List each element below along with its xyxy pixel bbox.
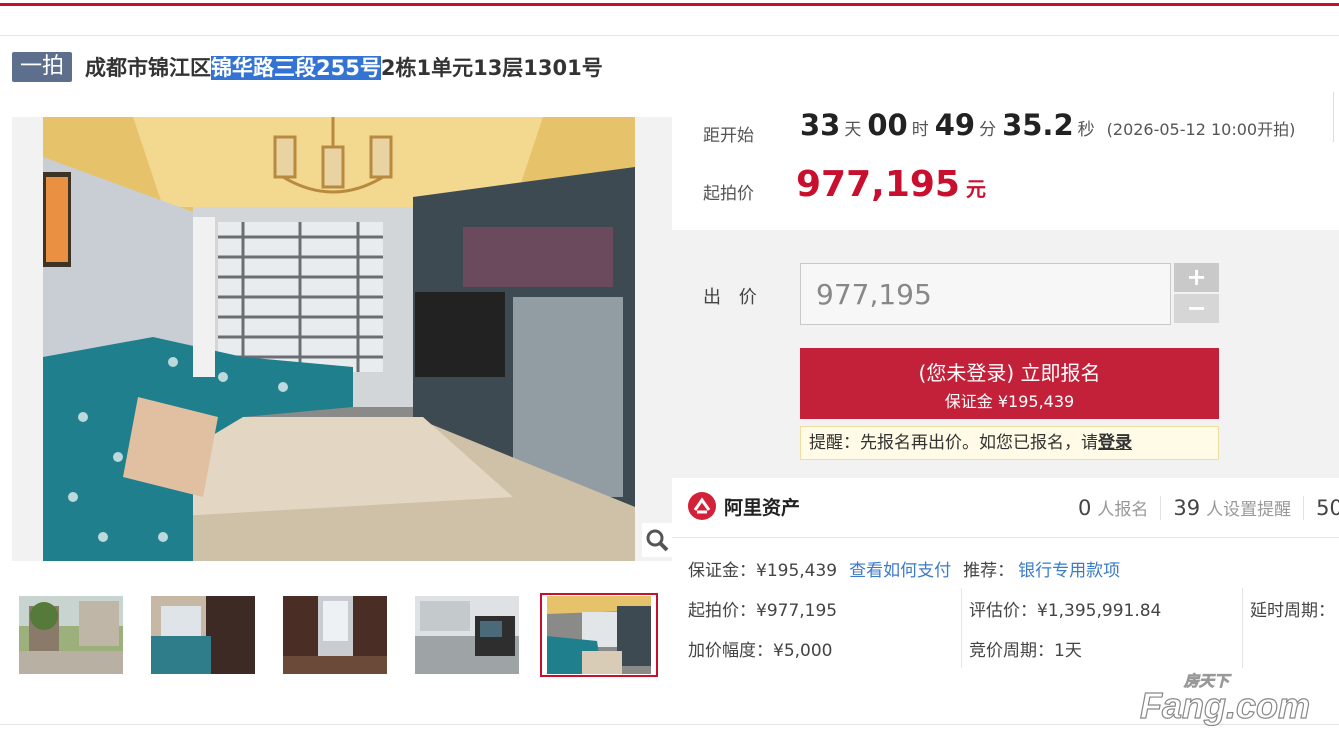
bid-panel: 出 价 + − (您未登录) 立即报名 保证金 ¥195,439 提醒：先报名再…	[672, 230, 1339, 478]
thumbnail-strip	[12, 593, 672, 677]
seconds-unit: 秒	[1077, 120, 1095, 140]
title-highlight: 锦华路三段255号	[211, 56, 381, 80]
login-link[interactable]: 登录	[1098, 433, 1132, 453]
stats-divider	[1160, 495, 1162, 520]
countdown-days: 33	[800, 108, 841, 142]
views-count: 50	[1316, 496, 1339, 520]
header-divider	[0, 35, 1339, 36]
detail-divider	[961, 588, 962, 668]
detail-bidding-period: 竞价周期：1天	[969, 641, 1082, 661]
signup-button[interactable]: (您未登录) 立即报名 保证金 ¥195,439	[800, 348, 1219, 419]
countdown-hours: 00	[867, 108, 908, 142]
bid-label: 出 价	[703, 287, 763, 308]
minutes-unit: 分	[979, 120, 997, 140]
detail-divider	[1242, 588, 1243, 668]
how-to-pay-link[interactable]: 查看如何支付	[849, 561, 951, 581]
increase-bid-button[interactable]: +	[1174, 263, 1219, 292]
decrease-bid-button[interactable]: −	[1174, 294, 1219, 323]
ali-assets-logo[interactable]: 阿里资产	[688, 492, 800, 520]
countdown-minutes: 49	[934, 108, 976, 142]
thumbnail-1[interactable]	[12, 593, 130, 677]
thumbnail-3[interactable]	[276, 593, 394, 677]
bank-account-link[interactable]: 银行专用款项	[1018, 561, 1120, 581]
detail-start-price: 起拍价：¥977,195	[688, 601, 838, 621]
starting-price: 977,195 元	[796, 164, 986, 205]
reminders-label: 人设置提醒	[1206, 500, 1292, 520]
auction-round-tag: 一拍	[12, 52, 73, 82]
detail-extension: 延时周期：	[1250, 601, 1335, 621]
ali-assets-icon	[688, 492, 716, 520]
signup-deposit-label: 保证金 ¥195,439	[944, 392, 1075, 411]
title-row: 一拍 成都市锦江区锦华路三段255号2栋1单元13层1301号	[12, 50, 603, 84]
countdown-seconds: 35.2	[1002, 108, 1074, 142]
detail-appraisal: 评估价：¥1,395,991.84	[969, 601, 1162, 621]
countdown-label: 距开始	[703, 126, 754, 146]
countdown-timer: 33 天 00 时 49 分 35.2 秒 (2026-05-12 10:00开拍)	[800, 108, 1295, 142]
thumbnail-2[interactable]	[144, 593, 262, 677]
title-prefix: 成都市锦江区	[85, 56, 212, 80]
ali-assets-brand: 阿里资产	[724, 496, 801, 519]
top-red-bar	[0, 0, 1339, 6]
starting-price-value: 977,195	[796, 164, 960, 205]
thumbnail-4[interactable]	[408, 593, 526, 677]
signups-label: 人报名	[1097, 500, 1149, 520]
signup-button-label: (您未登录) 立即报名	[918, 361, 1101, 385]
main-photo[interactable]	[43, 117, 635, 561]
deposit-row: 保证金：¥195,439 查看如何支付 推荐： 银行专用款项	[688, 556, 1120, 581]
zoom-icon[interactable]	[642, 523, 672, 557]
stats-divider	[1303, 495, 1305, 520]
auction-stats: 0 人报名 39 人设置提醒 50	[1078, 495, 1339, 520]
start-time: (2026-05-12 10:00开拍)	[1106, 120, 1296, 139]
reminder-text: 提醒：先报名再出价。如您已报名，请	[809, 433, 1098, 453]
deposit-amount: 保证金：¥195,439	[688, 561, 838, 581]
hours-unit: 时	[911, 120, 929, 140]
panel-divider	[1333, 92, 1334, 142]
reminders-count: 39	[1173, 496, 1201, 520]
main-photo-frame	[12, 117, 672, 561]
bid-amount-input[interactable]	[800, 263, 1171, 325]
fang-watermark: 房天下 Fang.com	[1136, 668, 1326, 728]
starting-price-unit: 元	[965, 177, 986, 201]
days-unit: 天	[844, 120, 862, 140]
login-reminder: 提醒：先报名再出价。如您已报名，请登录	[800, 426, 1219, 460]
ali-assets-row: 阿里资产 0 人报名 39 人设置提醒 50	[672, 478, 1339, 538]
recommend-label: 推荐：	[963, 561, 1015, 581]
title-suffix: 2栋1单元13层1301号	[380, 56, 603, 80]
property-title: 成都市锦江区锦华路三段255号2栋1单元13层1301号	[85, 52, 603, 82]
thumbnail-5-active[interactable]	[540, 593, 658, 677]
starting-price-label: 起拍价	[703, 184, 754, 204]
watermark-en: Fang.com	[1140, 685, 1310, 726]
countdown-panel: 距开始 33 天 00 时 49 分 35.2 秒 (2026-05-12 10:00开…	[672, 92, 1339, 230]
detail-increment: 加价幅度：¥5,000	[688, 641, 833, 661]
signups-count: 0	[1078, 496, 1092, 520]
